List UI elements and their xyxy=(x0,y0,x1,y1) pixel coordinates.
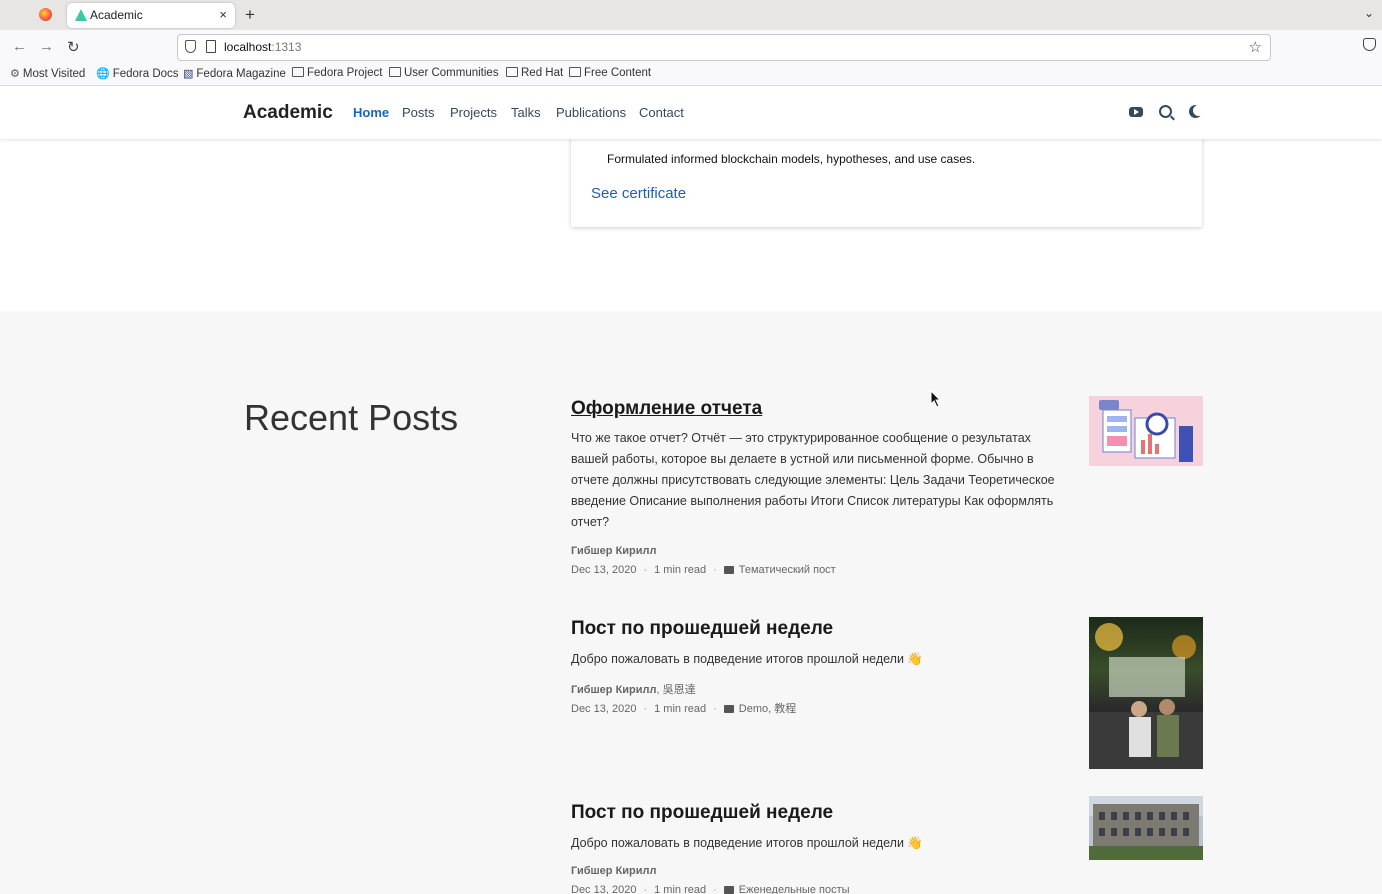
post-category[interactable]: Demo, 教程 xyxy=(739,703,796,715)
recent-posts-section: Recent Posts Оформление отчета Что же та… xyxy=(0,311,1382,894)
post-summary: Что же такое отчет? Отчёт — это структур… xyxy=(571,431,1055,529)
see-certificate-link[interactable]: See certificate xyxy=(591,185,686,202)
site-navbar: Academic Home Posts Projects Talks Publi… xyxy=(0,86,1382,139)
post-category[interactable]: Еженедельные посты xyxy=(739,884,850,894)
nav-link-projects[interactable]: Projects xyxy=(450,105,497,120)
nav-link-talks[interactable]: Talks xyxy=(511,105,541,120)
tab-close-button[interactable]: × xyxy=(219,7,227,22)
academic-favicon-icon xyxy=(75,9,87,21)
firefox-menu-icon[interactable] xyxy=(39,8,52,21)
post-authors[interactable]: Гибшер Кирилл, 吳恩達 xyxy=(571,681,696,697)
reload-icon[interactable]: ↻ xyxy=(67,38,80,56)
site-brand[interactable]: Academic xyxy=(243,102,333,124)
post-category[interactable]: Тематический пост xyxy=(739,564,836,576)
report-illustration-image xyxy=(1099,400,1193,462)
new-tab-button[interactable]: + xyxy=(245,5,255,25)
folder-icon xyxy=(569,67,581,77)
url-text[interactable]: localhost:1313 xyxy=(224,40,301,54)
post-meta: Dec 13, 2020 · 1 min read · Demo, 教程 xyxy=(571,703,797,715)
building-photo-image xyxy=(1089,796,1203,860)
list-item: Пост по прошедшей неделе Добро пожаловат… xyxy=(571,796,1203,894)
post-date: Dec 13, 2020 xyxy=(571,884,637,894)
pocket-icon[interactable] xyxy=(1363,38,1376,51)
concert-photo-image xyxy=(1089,623,1203,769)
tracking-shield-icon[interactable] xyxy=(185,40,196,53)
post-read-time: 1 min read xyxy=(654,564,707,576)
post-thumbnail-report-illustration[interactable] xyxy=(1089,396,1203,466)
bookmark-fedora-docs[interactable]: 🌐 Fedora Docs xyxy=(96,67,179,80)
browser-tab-bar: Academic × + ⌄ xyxy=(0,0,1382,30)
browser-navigation-bar: ← → ↻ localhost:1313 ☆ xyxy=(0,30,1382,64)
page-info-icon[interactable] xyxy=(206,40,216,53)
folder-icon xyxy=(723,886,734,894)
bookmark-user-communities[interactable]: User Communities xyxy=(389,67,499,79)
post-date: Dec 13, 2020 xyxy=(571,703,637,715)
certificate-card: Formulated informed blockchain models, h… xyxy=(571,126,1202,227)
list-item: Оформление отчета Что же такое отчет? От… xyxy=(571,396,1203,576)
post-thumbnail-building-photo[interactable] xyxy=(1089,796,1203,860)
forward-arrow-icon[interactable]: → xyxy=(39,38,54,55)
post-authors[interactable]: Гибшер Кирилл xyxy=(571,545,657,557)
bookmark-free-content[interactable]: Free Content xyxy=(569,67,651,79)
nav-link-contact[interactable]: Contact xyxy=(639,105,684,120)
folder-icon xyxy=(723,566,734,574)
post-date: Dec 13, 2020 xyxy=(571,564,637,576)
globe-icon: 🌐 xyxy=(96,68,110,80)
folder-icon xyxy=(723,705,734,713)
bookmark-red-hat[interactable]: Red Hat xyxy=(506,67,563,79)
browser-tab-academic[interactable]: Academic × xyxy=(67,3,235,28)
post-meta: Dec 13, 2020 · 1 min read · Тематический пос… xyxy=(571,564,836,576)
section-title: Recent Posts xyxy=(244,397,459,438)
magazine-icon: ▧ xyxy=(183,68,194,80)
tab-title: Academic xyxy=(90,8,143,22)
bookmark-fedora-project[interactable]: Fedora Project xyxy=(292,67,382,79)
post-summary: Добро пожаловать в подведение итогов про… xyxy=(571,836,923,850)
mouse-cursor-icon xyxy=(930,390,942,408)
list-all-tabs-chevron-icon[interactable]: ⌄ xyxy=(1364,6,1374,20)
moon-icon[interactable] xyxy=(1193,105,1204,116)
list-item: Пост по прошедшей неделе Добро пожаловат… xyxy=(571,617,1203,773)
back-arrow-icon[interactable]: ← xyxy=(12,38,27,55)
post-read-time: 1 min read xyxy=(654,884,707,894)
post-summary: Добро пожаловать в подведение итогов про… xyxy=(571,652,923,666)
post-title[interactable]: Пост по прошедшей неделе xyxy=(571,618,833,640)
bookmark-fedora-magazine[interactable]: ▧ Fedora Magazine xyxy=(183,67,286,80)
youtube-icon[interactable] xyxy=(1129,107,1143,117)
post-title[interactable]: Оформление отчета xyxy=(571,398,762,420)
folder-icon xyxy=(389,67,401,77)
nav-link-publications[interactable]: Publications xyxy=(556,105,626,120)
nav-link-posts[interactable]: Posts xyxy=(402,105,435,120)
bookmarks-toolbar: ⚙ Most Visited 🌐 Fedora Docs ▧ Fedora Magaz… xyxy=(0,64,1382,86)
post-meta: Dec 13, 2020 · 1 min read · Еженедельные пос… xyxy=(571,884,850,894)
bookmark-most-visited[interactable]: ⚙ Most Visited xyxy=(10,67,85,80)
bookmark-star-icon[interactable]: ☆ xyxy=(1249,38,1262,56)
folder-icon xyxy=(292,67,304,77)
post-read-time: 1 min read xyxy=(654,703,707,715)
url-bar[interactable]: localhost:1313 ☆ xyxy=(177,34,1271,61)
certificate-description: Formulated informed blockchain models, h… xyxy=(607,152,976,166)
folder-icon xyxy=(506,67,518,77)
post-title[interactable]: Пост по прошедшей неделе xyxy=(571,802,833,824)
gear-icon: ⚙ xyxy=(10,68,20,80)
post-authors[interactable]: Гибшер Кирилл xyxy=(571,865,657,877)
search-icon[interactable] xyxy=(1159,105,1172,118)
nav-link-home[interactable]: Home xyxy=(353,105,389,120)
page-viewport: Academic Home Posts Projects Talks Publi… xyxy=(0,86,1382,894)
post-thumbnail-concert-photo[interactable] xyxy=(1089,617,1203,769)
